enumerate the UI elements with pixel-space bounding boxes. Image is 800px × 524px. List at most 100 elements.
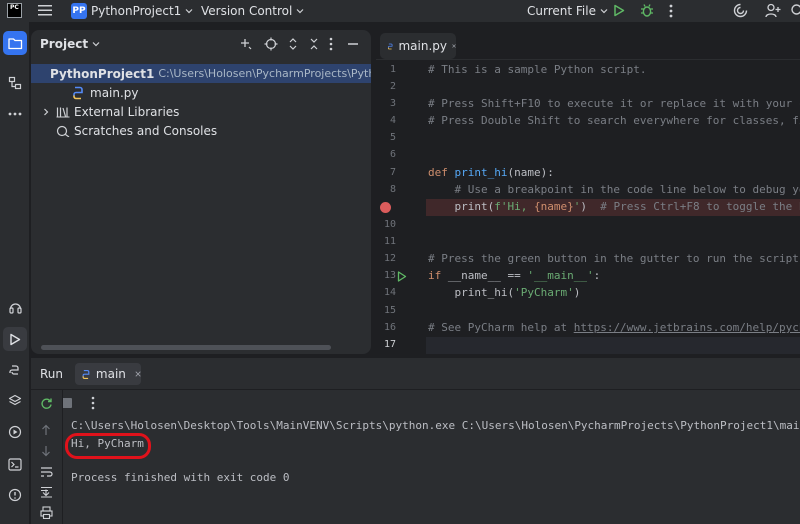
gutter-run-icon[interactable]: [397, 271, 407, 282]
run-panel-title: Run: [40, 367, 64, 381]
code-segment: :: [593, 269, 601, 282]
run-tool-button[interactable]: [3, 327, 27, 351]
tree-row-scratches[interactable]: Scratches and Consoles: [31, 121, 371, 140]
search-icon[interactable]: [790, 3, 800, 18]
project-panel-header[interactable]: Project: [40, 37, 100, 51]
project-root-name: PythonProject1: [50, 66, 155, 81]
tree-row-main-py[interactable]: main.py: [31, 83, 371, 102]
run-tab-main[interactable]: main: [75, 363, 141, 385]
console-gutter-divider: [62, 390, 63, 524]
version-control-menu[interactable]: Version Control: [201, 2, 304, 20]
line-number: 16: [383, 322, 396, 333]
line-number: 6: [389, 149, 396, 160]
external-libraries-label: External Libraries: [74, 104, 180, 119]
layers-icon: [8, 394, 22, 406]
code-line-3[interactable]: # Press Shift+F10 to execute it or repla…: [428, 97, 800, 110]
chevron-down-icon: [92, 42, 100, 47]
options-icon[interactable]: [329, 37, 333, 51]
code-line-12[interactable]: # Press the green button in the gutter t…: [428, 252, 800, 265]
python-packages-tool-button[interactable]: [3, 296, 27, 320]
close-icon[interactable]: [452, 42, 456, 50]
code-line-9[interactable]: print(f'Hi, {name}') # Press Ctrl+F8 to …: [428, 200, 800, 213]
code-segment: print_hi(: [428, 286, 515, 299]
python-file-icon: [82, 369, 90, 379]
line-number: 1: [389, 64, 396, 75]
more-tool-windows-button[interactable]: [3, 102, 27, 126]
soft-wrap-icon[interactable]: [40, 466, 53, 478]
line-number: 12: [383, 253, 396, 264]
horizontal-scrollbar[interactable]: [41, 345, 331, 350]
debug-button[interactable]: [640, 3, 654, 18]
tab-main-py[interactable]: main.py: [380, 33, 456, 59]
code-line-4[interactable]: # Press Double Shift to search everywher…: [428, 114, 800, 127]
services-tool-button[interactable]: [3, 389, 27, 413]
services-run-tool-button[interactable]: [3, 420, 27, 444]
line-number: 13: [383, 270, 396, 281]
services-icon: [8, 425, 22, 439]
terminal-icon: [8, 457, 22, 471]
tree-row-external-libraries[interactable]: External Libraries: [31, 102, 371, 121]
hamburger-menu-icon[interactable]: [38, 4, 52, 17]
tree-row-project-root[interactable]: PythonProject1 C:\Users\Holosen\PycharmP…: [31, 64, 371, 83]
code-line-14[interactable]: print_hi('PyCharm'): [428, 286, 580, 299]
project-switcher[interactable]: PP PythonProject1: [71, 2, 193, 20]
code-line-7[interactable]: def print_hi(name):: [428, 166, 554, 179]
line-number: 11: [383, 236, 396, 247]
params: (name):: [507, 166, 554, 179]
more-options-icon[interactable]: [91, 396, 95, 410]
scroll-to-end-icon[interactable]: [40, 486, 53, 498]
help-link[interactable]: https://www.jetbrains.com/help/pycharm/: [574, 321, 800, 334]
terminal-tool-button[interactable]: [3, 452, 27, 476]
scratches-icon: [56, 125, 70, 137]
console-exit-message: Process finished with exit code 0: [71, 471, 290, 484]
play-icon: [614, 4, 625, 17]
rerun-icon[interactable]: [40, 397, 53, 410]
structure-icon: [8, 76, 22, 90]
problems-icon: [8, 488, 22, 502]
line-number: 14: [383, 287, 396, 298]
arrow-down-icon[interactable]: [41, 445, 51, 457]
code-line-8[interactable]: # Use a breakpoint in the code line belo…: [428, 183, 800, 196]
breakpoint-icon[interactable]: [380, 202, 391, 213]
chevron-down-icon: [296, 9, 304, 14]
more-actions-icon[interactable]: [669, 4, 673, 18]
project-tool-button[interactable]: [3, 31, 27, 55]
logo-text: PC: [10, 4, 19, 11]
code-segment: ): [573, 286, 581, 299]
string-segment: 'PyCharm': [514, 286, 574, 299]
locate-file-icon[interactable]: [264, 37, 278, 51]
chevron-right-icon: [44, 108, 49, 115]
keyword-def: def: [428, 166, 455, 179]
structure-tool-button[interactable]: [3, 71, 27, 95]
bug-icon: [641, 4, 653, 17]
folder-icon: [7, 37, 22, 49]
version-control-label: Version Control: [201, 4, 293, 18]
problems-tool-button[interactable]: [3, 483, 27, 507]
stop-icon[interactable]: [62, 398, 72, 408]
run-configuration-selector[interactable]: Current File: [527, 2, 608, 20]
close-icon[interactable]: [135, 370, 141, 378]
collapse-all-icon[interactable]: [309, 37, 319, 51]
chevron-down-icon: [600, 9, 608, 14]
expand-all-icon[interactable]: [288, 37, 298, 51]
run-configuration-label: Current File: [527, 4, 596, 18]
add-user-icon[interactable]: [765, 3, 781, 18]
string-segment: '__main__': [527, 269, 594, 282]
python-file-icon: [73, 86, 83, 99]
python-console-tool-button[interactable]: [3, 358, 27, 382]
comment-segment: # Press Ctrl+F8 to toggle the breakpoint…: [600, 200, 800, 213]
code-line-13[interactable]: if __name__ == '__main__':: [428, 269, 600, 282]
run-tool-window: Run main C:\Users\Holosen\Desktop\Tools\…: [31, 358, 800, 524]
code-line-16[interactable]: # See PyCharm help at https://www.jetbra…: [428, 321, 800, 334]
ai-assistant-icon[interactable]: [733, 3, 748, 18]
new-file-icon[interactable]: [239, 37, 253, 51]
arrow-up-icon[interactable]: [41, 424, 51, 436]
fstring-expression: {name}: [533, 200, 574, 213]
current-line-highlight: [426, 337, 800, 354]
line-number: 3: [389, 98, 396, 109]
run-button[interactable]: [613, 4, 625, 17]
hide-panel-icon[interactable]: [347, 37, 359, 51]
code-line-1[interactable]: # This is a sample Python script.: [428, 63, 647, 76]
project-tool-window: Project PythonProject1 C:\Users\Holosen\…: [31, 30, 371, 354]
print-icon[interactable]: [40, 506, 53, 519]
